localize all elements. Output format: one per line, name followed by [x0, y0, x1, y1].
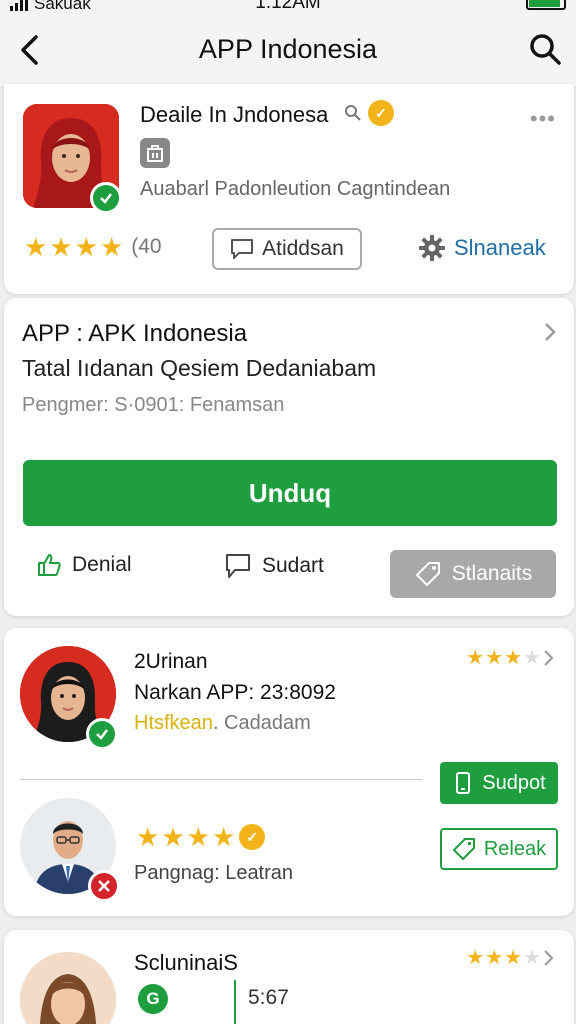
- reviews-card-2: ScluninaiS ★ ★ ★ ★ G 5:67: [4, 930, 574, 1024]
- share-button[interactable]: Stlanaits: [390, 550, 556, 598]
- phone-icon: [456, 772, 471, 794]
- share-label: Stlanaits: [451, 562, 533, 585]
- like-button[interactable]: Denial: [36, 552, 132, 578]
- review-tags-rest: . Cadadam: [212, 712, 311, 734]
- star-icon: ★: [466, 947, 485, 969]
- review-stars-3: ★ ★ ★ ★: [466, 948, 556, 968]
- thumbs-up-icon: [38, 554, 61, 576]
- comment-button-label: Atiddsan: [262, 237, 344, 260]
- comment-action-button[interactable]: Sudart: [224, 552, 324, 580]
- gold-badge-icon: ✓: [239, 824, 266, 850]
- star-icon: ★: [161, 822, 185, 852]
- battery-level: [529, 0, 560, 7]
- detail-meta: Pengmer: S·0901: Fenamsan: [22, 394, 285, 416]
- review-app-line: Narkan APP: 23:8092: [134, 681, 336, 704]
- review-line: Pangnag: Leatran: [134, 862, 294, 884]
- release-button[interactable]: Releak: [440, 828, 558, 870]
- app-name: Deaile In Jndonesa: [140, 102, 329, 127]
- reviewer-avatar-3[interactable]: [20, 952, 116, 1024]
- star-icon: ★: [99, 232, 124, 262]
- review-highlight: Htsfkean: [134, 712, 213, 734]
- gold-badge-icon: ✓: [368, 100, 394, 126]
- star-icon: ★: [211, 822, 236, 852]
- woman-avatar-icon: [20, 952, 116, 1024]
- status-time: 1:12AM: [255, 0, 321, 13]
- more-options-icon[interactable]: •••: [530, 106, 556, 132]
- timeline-line: [234, 980, 236, 1024]
- comment-button[interactable]: Atiddsan: [212, 228, 362, 270]
- rating-stars: ★ ★ ★ ★ (40: [24, 234, 162, 260]
- review-stars: ★ ★ ★ ★: [466, 648, 556, 668]
- app-info-card: Deaile In Jndonesa ✓ ••• Auabarl Padonle…: [4, 84, 574, 294]
- page-title: APP Indonesia: [198, 34, 378, 64]
- star-icon: ★: [186, 822, 210, 852]
- comment-action-label: Sudart: [262, 554, 324, 577]
- support-label: Sudpot: [482, 771, 546, 794]
- star-icon: ★: [485, 947, 504, 969]
- battery-icon: [526, 0, 566, 10]
- star-icon: ★: [504, 947, 523, 969]
- star-empty-icon: ★: [523, 647, 541, 669]
- star-empty-icon: ★: [523, 947, 541, 969]
- star-icon: ★: [49, 232, 73, 262]
- rating-count: (40: [131, 235, 162, 258]
- star-icon: ★: [74, 232, 98, 262]
- comment-icon: [231, 239, 254, 259]
- like-label: Denial: [72, 553, 132, 576]
- chevron-right-icon[interactable]: [542, 648, 556, 668]
- detail-title: APP : APK Indonesia: [22, 320, 248, 347]
- rejected-badge-icon: [88, 870, 120, 902]
- detail-subtitle: Tatal Iıdanan Qesiem Dedaniabam: [22, 355, 377, 381]
- verified-badge-icon: [86, 718, 118, 750]
- comment-icon: [226, 554, 250, 578]
- settings-link-label: Slnaneak: [454, 235, 546, 260]
- chevron-right-icon[interactable]: [542, 320, 558, 344]
- search-small-icon[interactable]: [344, 104, 362, 122]
- chevron-right-icon[interactable]: [542, 948, 556, 968]
- reviews-card: 2Urinan Narkan APP: 23:8092 Htsfkean. Ca…: [4, 628, 574, 916]
- star-icon: ★: [24, 232, 48, 262]
- app-header: APP Indonesia: [0, 14, 576, 88]
- reviewer-name-2: ScluninaiS: [134, 950, 238, 975]
- g-badge-icon: G: [138, 984, 168, 1014]
- divider: [20, 779, 422, 780]
- release-label: Releak: [483, 837, 547, 860]
- support-button[interactable]: Sudpot: [440, 762, 558, 804]
- search-icon[interactable]: [528, 32, 562, 66]
- star-icon: ★: [466, 647, 485, 669]
- review-tags: Htsfkean. Cadadam: [134, 712, 311, 735]
- star-icon: ★: [136, 822, 160, 852]
- star-icon: ★: [485, 647, 504, 669]
- tag-icon: [415, 562, 440, 586]
- status-bar: Sakuak 1:12AM: [0, 0, 576, 14]
- download-button[interactable]: Unduq: [23, 460, 557, 526]
- review-time: 5:67: [248, 986, 289, 1009]
- shopping-bag-icon: [140, 138, 170, 168]
- settings-link[interactable]: Slnaneak: [418, 234, 546, 262]
- tag-icon: [452, 838, 475, 860]
- review-stars-2: ★ ★ ★ ★ ✓: [136, 822, 266, 852]
- gear-icon: [419, 235, 445, 261]
- verified-badge-icon: [90, 182, 122, 214]
- app-description: Auabarl Padonleution Cagntindean: [140, 178, 451, 200]
- reviewer-name: 2Urinan: [134, 650, 208, 673]
- app-detail-card: APP : APK Indonesia Tatal Iıdanan Qesiem…: [4, 298, 574, 616]
- star-icon: ★: [504, 647, 523, 669]
- name-icons: ✓: [344, 100, 394, 126]
